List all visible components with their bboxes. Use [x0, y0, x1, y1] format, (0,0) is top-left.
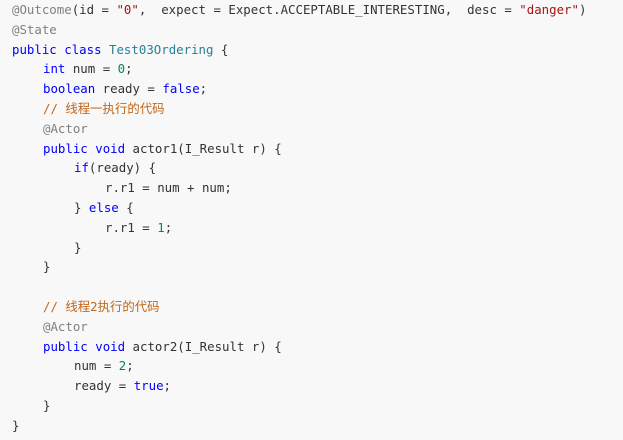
keyword: public	[43, 140, 88, 156]
code-line: @State	[12, 20, 57, 40]
code-line: }	[12, 416, 19, 436]
code-text: r.r1 = num + num;	[105, 180, 232, 196]
keyword: false	[162, 81, 200, 97]
code-text: {	[118, 200, 134, 215]
code-text: ;	[126, 358, 134, 374]
code-text: num =	[74, 358, 119, 374]
code-line: @Actor	[12, 317, 88, 337]
code-line: r.r1 = 1;	[12, 218, 172, 238]
class-name: Test03Ordering	[109, 41, 214, 57]
code-text: ;	[125, 61, 133, 77]
number-literal: 1	[157, 219, 165, 235]
code-line: } else {	[12, 198, 134, 218]
code-line: r.r1 = num + num;	[12, 178, 232, 198]
code-line: public class Test03Ordering {	[12, 40, 228, 60]
code-block: @Outcome(id = "0", expect = Expect.ACCEP…	[0, 0, 623, 440]
code-text: ;	[164, 219, 173, 235]
code-text: , expect = Expect.ACCEPTABLE_INTERESTING…	[138, 2, 520, 17]
code-text: ;	[163, 378, 171, 394]
code-text: )	[578, 2, 587, 17]
keyword: true	[133, 378, 164, 394]
code-line: }	[12, 257, 50, 277]
comment: // 线程2执行的代码	[43, 299, 160, 314]
keyword: public	[43, 338, 88, 354]
keyword: boolean	[43, 81, 96, 97]
code-line: }	[12, 238, 81, 258]
keyword: void	[95, 140, 126, 156]
annotation: @Actor	[43, 318, 88, 334]
code-line: // 线程2执行的代码	[12, 297, 160, 317]
annotation: @State	[12, 21, 57, 37]
code-text: num =	[65, 61, 118, 77]
string-literal: "danger"	[519, 2, 579, 17]
code-line: @Outcome(id = "0", expect = Expect.ACCEP…	[12, 0, 586, 20]
code-text: }	[74, 200, 89, 215]
code-text: actor2(I_Result r) {	[125, 338, 282, 354]
string-literal: "0"	[116, 2, 139, 17]
code-line: boolean ready = false;	[12, 79, 207, 99]
code-line: // 线程一执行的代码	[12, 99, 165, 119]
code-text: }	[12, 417, 20, 433]
number-literal: 0	[117, 61, 126, 77]
keyword: if	[74, 160, 89, 176]
code-text: ready =	[95, 81, 163, 97]
code-line: ready = true;	[12, 376, 171, 396]
code-text: (ready) {	[88, 160, 157, 176]
code-text: }	[43, 398, 51, 413]
code-text: }	[43, 259, 51, 275]
keyword: class	[64, 41, 102, 57]
code-text: {	[213, 41, 229, 57]
code-line: @Actor	[12, 119, 88, 139]
code-line: }	[12, 396, 50, 416]
code-text: r.r1 =	[105, 219, 158, 235]
code-text: actor1(I_Result r) {	[125, 140, 282, 156]
code-line: public void actor2(I_Result r) {	[12, 337, 282, 357]
code-line: public void actor1(I_Result r) {	[12, 139, 282, 159]
code-text: ready =	[74, 378, 134, 394]
keyword: else	[88, 200, 119, 215]
keyword: void	[95, 338, 126, 354]
code-text: (id =	[71, 2, 117, 17]
annotation: @Outcome	[12, 2, 72, 17]
code-text: }	[74, 239, 82, 255]
comment: // 线程一执行的代码	[43, 101, 165, 116]
code-line: if(ready) {	[12, 158, 156, 178]
code-line: num = 2;	[12, 356, 134, 376]
code-text: ;	[199, 81, 208, 97]
keyword: int	[43, 61, 66, 77]
annotation: @Actor	[43, 120, 88, 136]
code-line: int num = 0;	[12, 59, 133, 79]
keyword: public	[12, 41, 57, 57]
